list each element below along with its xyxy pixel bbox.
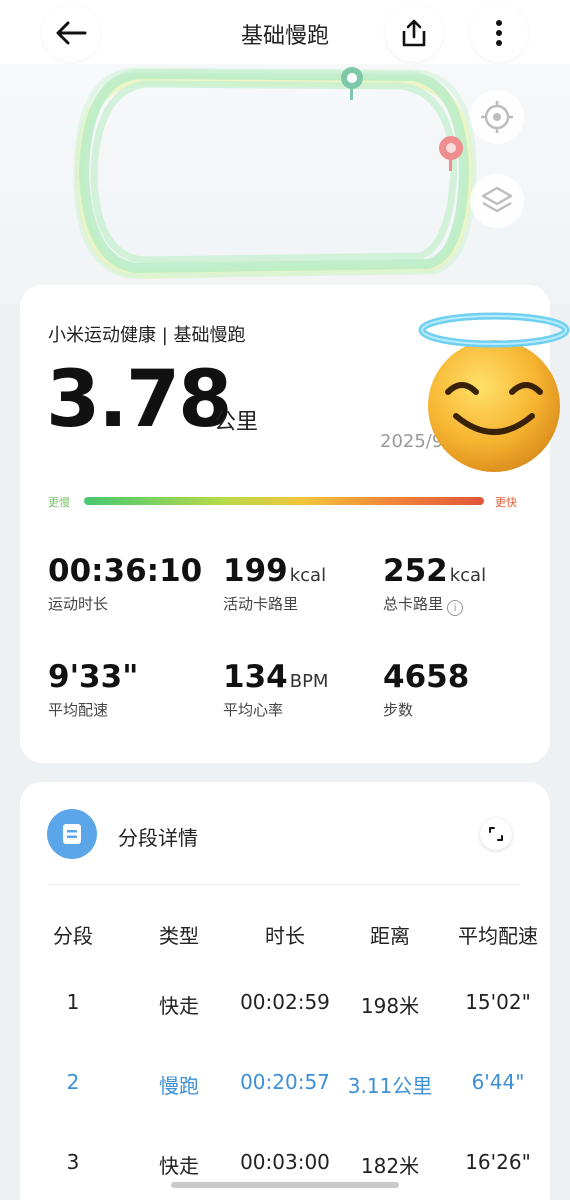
cell-segment: 3 [66, 1150, 80, 1174]
stat-total-calories: 252 kcal 总卡路里 i [383, 553, 486, 616]
expand-icon [489, 827, 503, 841]
stat-value: 134 BPM [223, 659, 328, 695]
segment-section-title: 分段详情 [118, 826, 198, 850]
stat-average-pace: 9'33" 平均配速 [48, 659, 138, 720]
stat-label: 步数 [383, 701, 414, 719]
cell-type: 快走 [159, 994, 199, 1018]
stat-number: 199 [223, 553, 288, 589]
cell-distance: 3.11公里 [347, 1074, 433, 1098]
cell-duration: 00:20:57 [240, 1070, 330, 1094]
cell-type: 快走 [159, 1154, 199, 1178]
column-header-duration: 时长 [265, 924, 305, 948]
segment-details-card: 分段详情 分段 类型 时长 距离 平均配速 1 快走 00:02:59 198米… [20, 782, 550, 1200]
cell-average-pace: 15'02" [465, 990, 531, 1014]
cell-type: 慢跑 [159, 1074, 199, 1098]
column-header-average-pace: 平均配速 [458, 924, 538, 948]
stat-unit: kcal [289, 565, 327, 586]
workout-source-title: 小米运动健康 | 基础慢跑 [48, 325, 246, 346]
cell-distance: 198米 [360, 994, 420, 1018]
stat-number: 134 [223, 659, 288, 695]
stat-value: 4658 [383, 659, 469, 695]
column-header-distance: 距离 [370, 924, 410, 948]
divider [48, 884, 520, 885]
share-button[interactable] [385, 4, 443, 62]
cell-duration: 00:02:59 [240, 990, 330, 1014]
stat-value: 9'33" [48, 659, 138, 695]
cell-distance: 182米 [360, 1154, 420, 1178]
stat-label: 平均配速 [48, 701, 109, 719]
expand-button[interactable] [480, 818, 512, 850]
info-icon[interactable]: i [447, 600, 464, 616]
start-marker [341, 67, 363, 100]
stat-label: 总卡路里 i [383, 593, 486, 616]
stat-unit: BPM [289, 671, 329, 692]
cell-segment: 1 [66, 990, 80, 1014]
layers-button[interactable] [470, 174, 524, 228]
column-header-segment: 分段 [53, 924, 93, 948]
cell-segment: 2 [66, 1070, 80, 1094]
cell-average-pace: 6'44" [471, 1070, 525, 1094]
locate-button[interactable] [470, 90, 524, 144]
distance-unit: 公里 [214, 410, 259, 435]
home-indicator[interactable] [171, 1182, 399, 1188]
list-icon [63, 824, 81, 844]
segment-section-icon [47, 809, 97, 859]
pace-slow-label: 更慢 [48, 496, 70, 509]
stat-value: 252 kcal [383, 553, 486, 589]
distance-value: 3.78 [46, 355, 232, 445]
stat-number: 00:36:10 [48, 553, 203, 589]
pace-fast-label: 更快 [495, 496, 517, 509]
stat-active-calories: 199 kcal 活动卡路里 [223, 553, 326, 614]
share-icon [402, 19, 426, 47]
cell-average-pace: 16'26" [465, 1150, 531, 1174]
cell-duration: 00:03:00 [240, 1150, 330, 1174]
stat-average-heart-rate: 134 BPM 平均心率 [223, 659, 328, 720]
route-map[interactable] [0, 64, 570, 304]
stat-steps: 4658 步数 [383, 659, 469, 720]
stat-unit: kcal [449, 565, 487, 586]
stat-number: 4658 [383, 659, 470, 695]
target-icon [481, 101, 513, 133]
smiling-face-with-halo-emoji [418, 312, 570, 472]
more-vertical-icon [496, 20, 502, 46]
column-header-type: 类型 [159, 924, 199, 948]
stat-duration: 00:36:10 运动时长 [48, 553, 202, 614]
top-bar: 基础慢跑 [0, 0, 570, 64]
pace-gradient-bar [84, 497, 484, 505]
stat-value: 00:36:10 [48, 553, 202, 589]
more-button[interactable] [470, 4, 528, 62]
stat-number: 252 [383, 553, 448, 589]
stat-value: 199 kcal [223, 553, 326, 589]
layers-icon [481, 186, 513, 213]
stat-label: 平均心率 [223, 701, 284, 719]
stat-label: 活动卡路里 [223, 595, 299, 613]
stat-number: 9'33" [48, 659, 139, 695]
stat-label: 运动时长 [48, 595, 109, 613]
